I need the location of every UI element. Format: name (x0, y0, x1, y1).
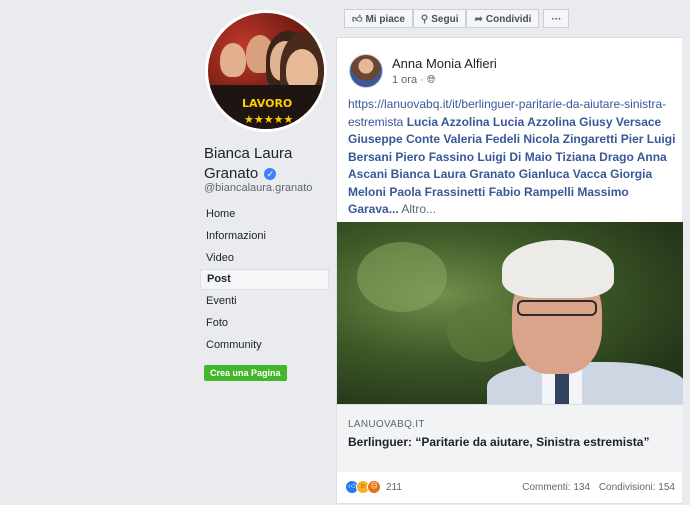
page-actions: 👍︎ Mi piace ⚲ Segui ➦ Condividi ··· (344, 9, 570, 28)
link-domain: LANUOVABQ.IT (348, 419, 425, 430)
reactions-summary[interactable]: 👍︎ ☺ ☹ 211 (345, 480, 402, 494)
globe-icon: 🌐︎ (426, 74, 436, 86)
photo-logo-text: LAVORO (242, 97, 293, 110)
shares-count[interactable]: Condivisioni: 154 (599, 482, 675, 493)
see-more-link[interactable]: Altro... (401, 202, 436, 216)
verified-badge-icon: ✓ (264, 168, 277, 180)
follow-button[interactable]: ⚲ Segui (412, 9, 467, 28)
nav-item-home[interactable]: Home (200, 204, 329, 225)
post-meta: 1 ora · 🌐︎ (392, 74, 436, 86)
right-column: 👍︎ Mi piace ⚲ Segui ➦ Condividi ··· Anna Mo… (336, 0, 690, 504)
nav-item-post[interactable]: Post (200, 269, 329, 291)
link-preview-image[interactable] (337, 222, 683, 404)
share-button[interactable]: ➦ Condividi (466, 9, 540, 28)
like-page-button[interactable]: 👍︎ Mi piace (344, 9, 413, 28)
author-avatar[interactable] (349, 54, 383, 88)
photo-stars: ★★★★★ (244, 114, 294, 126)
thumbs-up-icon: 👍︎ (352, 14, 363, 25)
page-nav: Home Informazioni Video Post Eventi Foto… (200, 204, 329, 357)
rss-icon: ⚲ (420, 14, 429, 25)
post-card: Anna Monia Alfieri 1 ora · 🌐︎ https://la… (336, 37, 683, 505)
post-author[interactable]: Anna Monia Alfieri (392, 56, 497, 71)
nav-item-video[interactable]: Video (200, 248, 329, 269)
nav-item-informazioni[interactable]: Informazioni (200, 226, 329, 247)
create-page-button[interactable]: Crea una Pagina (204, 365, 287, 381)
reactions-count: 211 (386, 481, 402, 493)
post-stats: Commenti: 134 Condivisioni: 154 (516, 482, 675, 493)
nav-item-foto[interactable]: Foto (200, 313, 329, 334)
profile-picture[interactable]: LAVORO ★★★★★ (205, 10, 327, 132)
angry-reaction-icon: ☹ (367, 480, 381, 494)
profile-name[interactable]: Bianca Laura Granato ✓ (204, 144, 334, 184)
post-text: https://lanuovabq.it/it/berlinguer-parit… (348, 96, 678, 219)
post-footer: 👍︎ ☺ ☹ 211 Commenti: 134 Condivisioni: 1… (337, 471, 683, 505)
post-time[interactable]: 1 ora (392, 74, 417, 86)
nav-item-eventi[interactable]: Eventi (200, 291, 329, 312)
profile-handle[interactable]: @biancalaura.granato (204, 182, 312, 194)
left-column: LAVORO ★★★★★ Bianca Laura Granato ✓ @bia… (0, 0, 336, 504)
link-preview-info[interactable]: LANUOVABQ.IT Berlinguer: “Paritarie da a… (337, 404, 683, 472)
link-title: Berlinguer: “Paritarie da aiutare, Sinis… (348, 435, 650, 449)
post-tags[interactable]: Lucia Azzolina Lucia Azzolina Giusy Vers… (348, 115, 675, 217)
share-arrow-icon: ➦ (474, 14, 483, 25)
comments-count[interactable]: Commenti: 134 (522, 482, 590, 493)
nav-item-community[interactable]: Community (200, 335, 329, 356)
more-options-button[interactable]: ··· (543, 9, 570, 28)
